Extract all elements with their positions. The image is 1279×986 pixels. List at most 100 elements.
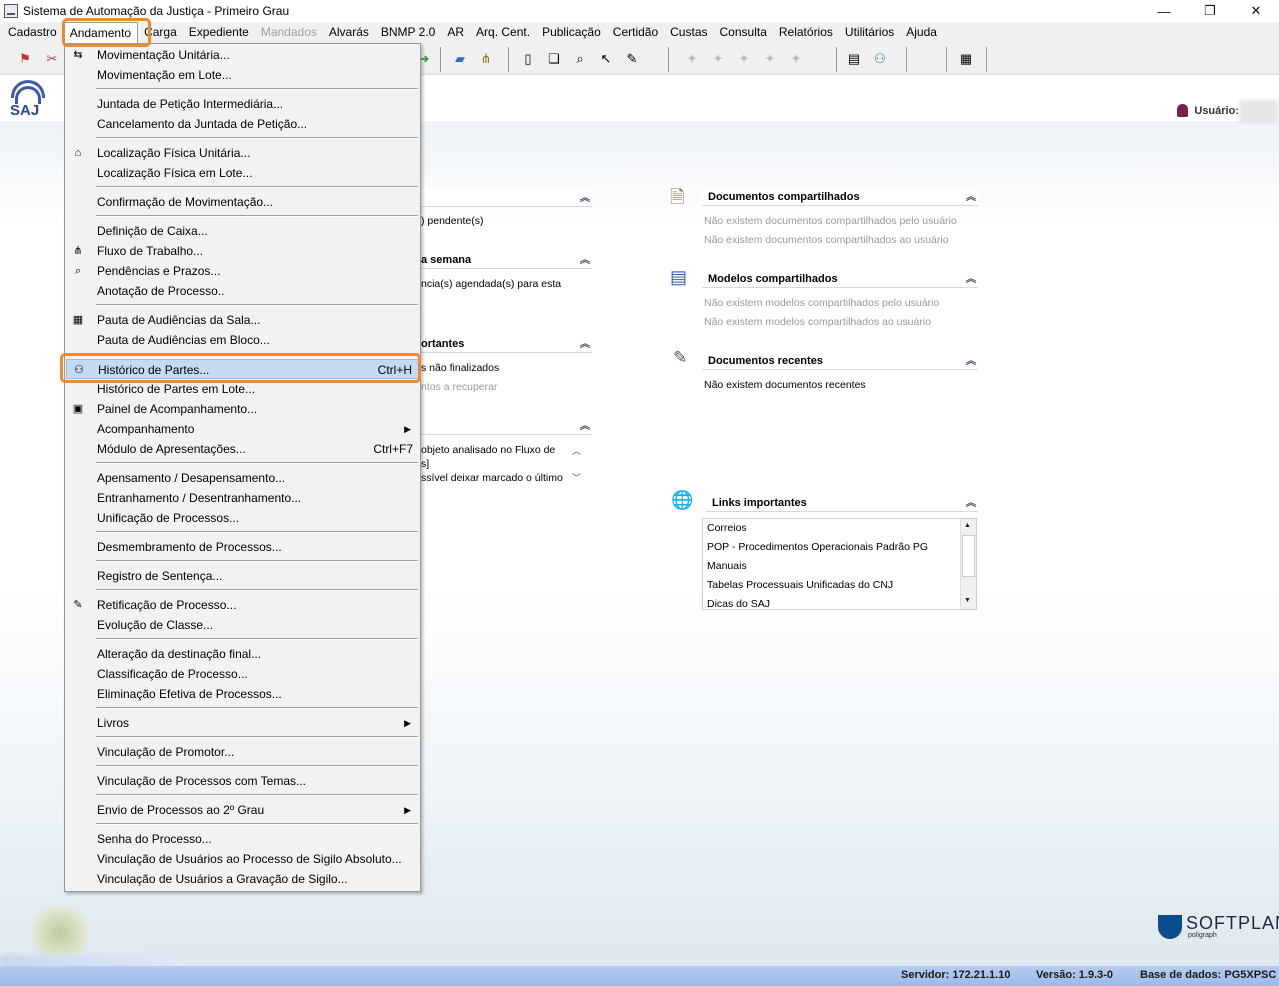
menu-item[interactable]: Senha do Processo... bbox=[66, 829, 419, 849]
tree-icon[interactable]: ⋔ bbox=[476, 49, 496, 69]
menu-item[interactable]: Livros ▶ bbox=[66, 713, 419, 733]
menu-item[interactable]: ✎ Retificação de Processo... bbox=[66, 595, 419, 615]
menu-item[interactable]: Registro de Sentença... bbox=[66, 566, 419, 586]
collapse-icon[interactable]: ︽ bbox=[580, 418, 590, 436]
menu-item[interactable]: Histórico de Partes em Lote... bbox=[66, 379, 419, 399]
report-icon[interactable]: ▤ bbox=[844, 49, 864, 69]
menu-item[interactable]: Cancelamento da Juntada de Petição... bbox=[66, 114, 419, 134]
docs-shared-line2: Não existem documentos compartilhados ao… bbox=[704, 234, 949, 246]
menu-item[interactable]: Definição de Caixa... bbox=[66, 221, 419, 241]
menu-publicacao[interactable]: Publicação bbox=[536, 22, 607, 43]
page-icon[interactable]: ▯ bbox=[518, 49, 538, 69]
menu-item[interactable]: ⋔ Fluxo de Trabalho... bbox=[66, 241, 419, 261]
blurred-username bbox=[1239, 100, 1279, 124]
panel-text-left3a[interactable]: s não finalizados bbox=[421, 362, 499, 374]
panel-text-left3b: ntos a recuperar bbox=[421, 381, 498, 393]
menu-custas[interactable]: Custas bbox=[664, 22, 713, 43]
softplan-logo: SOFTPLAN poligraph bbox=[1158, 913, 1279, 943]
menu-ajuda[interactable]: Ajuda bbox=[900, 22, 943, 43]
menu-item[interactable]: Vinculação de Processos com Temas... bbox=[66, 771, 419, 791]
menu-carga[interactable]: Carga bbox=[138, 22, 183, 43]
minimize-button[interactable]: — bbox=[1141, 0, 1187, 22]
menu-item[interactable]: ⇆ Movimentação Unitária... bbox=[66, 45, 419, 65]
menu-item[interactable]: Vinculação de Promotor... bbox=[66, 742, 419, 762]
menu-item-label: Histórico de Partes em Lote... bbox=[97, 382, 256, 396]
menu-item[interactable]: Evolução de Classe... bbox=[66, 615, 419, 635]
panel-header-left3: ortantes ︽ bbox=[415, 335, 592, 353]
menu-ar[interactable]: AR bbox=[441, 22, 470, 43]
links-scrollbar[interactable]: ▲ ▼ bbox=[960, 519, 976, 609]
calendar-icon: ▦ bbox=[72, 314, 84, 326]
menu-separator bbox=[96, 304, 418, 306]
collapse-icon[interactable]: ︽ bbox=[966, 495, 976, 513]
collapse-icon[interactable]: ︽ bbox=[966, 189, 976, 207]
menu-item[interactable]: Eliminação Efetiva de Processos... bbox=[66, 684, 419, 704]
menu-item[interactable]: ▣ Painel de Acompanhamento... bbox=[66, 399, 419, 419]
panel-icon: ▣ bbox=[72, 403, 84, 415]
restore-button[interactable]: ❐ bbox=[1187, 0, 1233, 22]
panel-text-left4b: s] bbox=[421, 458, 430, 470]
menu-item-label: Movimentação em Lote... bbox=[97, 68, 232, 82]
menu-item[interactable]: Apensamento / Desapensamento... bbox=[66, 468, 419, 488]
menu-item[interactable]: Movimentação em Lote... bbox=[66, 65, 419, 85]
collapse-icon[interactable]: ︽ bbox=[966, 271, 976, 289]
link-pop[interactable]: POP - Procedimentos Operacionais Padrão … bbox=[707, 541, 928, 553]
menu-item[interactable]: Entranhamento / Desentranhamento... bbox=[66, 488, 419, 508]
menu-bnmp[interactable]: BNMP 2.0 bbox=[375, 22, 441, 43]
link-correios[interactable]: Correios bbox=[707, 522, 747, 534]
menu-item[interactable]: Confirmação de Movimentação... bbox=[66, 192, 419, 212]
menu-certidao[interactable]: Certidão bbox=[607, 22, 664, 43]
menu-andamento[interactable]: Andamento bbox=[62, 22, 139, 44]
flag-icon[interactable]: ⚑ bbox=[15, 49, 35, 69]
calculator-icon[interactable]: ▦ bbox=[956, 49, 976, 69]
collapse-icon[interactable]: ︽ bbox=[580, 252, 590, 270]
menu-item[interactable]: Vinculação de Usuários a Gravação de Sig… bbox=[66, 869, 419, 889]
collapse-icon[interactable]: ︽ bbox=[966, 353, 976, 371]
clip-icon[interactable]: ✂ bbox=[42, 49, 62, 69]
menu-alvaras[interactable]: Alvarás bbox=[323, 22, 375, 43]
menu-bar: Cadastro Andamento Carga Expediente Mand… bbox=[0, 22, 1279, 44]
menu-item[interactable]: Acompanhamento ▶ bbox=[66, 419, 419, 439]
menu-item[interactable]: Módulo de Apresentações... Ctrl+F7 bbox=[66, 439, 419, 459]
panel-scrollbar[interactable]: ︿ ﹀ bbox=[572, 444, 586, 490]
menu-item[interactable]: Localização Física em Lote... bbox=[66, 163, 419, 183]
page-edit-icon[interactable]: ✎ bbox=[622, 49, 642, 69]
link-manuais[interactable]: Manuais bbox=[707, 560, 747, 572]
menu-utilitarios[interactable]: Utilitários bbox=[839, 22, 900, 43]
pages-icon[interactable]: ❏ bbox=[544, 49, 564, 69]
menu-consulta[interactable]: Consulta bbox=[714, 22, 773, 43]
user-info: Usuário: bbox=[1177, 104, 1239, 117]
menu-item[interactable]: Unificação de Processos... bbox=[66, 508, 419, 528]
menu-item[interactable]: Classificação de Processo... bbox=[66, 664, 419, 684]
collapse-icon[interactable]: ︽ bbox=[580, 336, 590, 354]
menu-item[interactable]: ⌕ Pendências e Prazos... bbox=[66, 261, 419, 281]
link-tabelas[interactable]: Tabelas Processuais Unificadas do CNJ bbox=[707, 579, 893, 591]
menu-item-label: Painel de Acompanhamento... bbox=[97, 402, 258, 416]
menu-cadastro[interactable]: Cadastro bbox=[0, 22, 63, 43]
menu-item[interactable]: Vinculação de Usuários ao Processo de Si… bbox=[66, 849, 419, 869]
menu-item[interactable]: Alteração da destinação final... bbox=[66, 644, 419, 664]
menu-item[interactable]: ▦ Pauta de Audiências da Sala... bbox=[66, 310, 419, 330]
menu-relatorios[interactable]: Relatórios bbox=[773, 22, 839, 43]
menu-item[interactable]: Juntada de Petição Intermediária... bbox=[66, 94, 419, 114]
menu-item[interactable]: Anotação de Processo.. bbox=[66, 281, 419, 301]
users-icon[interactable]: ⚇ bbox=[870, 49, 890, 69]
menu-item[interactable]: ⌂ Localização Física Unitária... bbox=[66, 143, 419, 163]
page-search-icon[interactable]: ⌕ bbox=[570, 49, 590, 69]
panel-header-left2: a semana ︽ bbox=[415, 251, 592, 269]
folder-icon[interactable]: ▰ bbox=[450, 49, 470, 69]
scroll-thumb[interactable] bbox=[962, 535, 975, 577]
collapse-icon[interactable]: ︽ bbox=[580, 190, 590, 208]
menu-item[interactable]: Pauta de Audiências em Bloco... bbox=[66, 330, 419, 350]
close-button[interactable]: ✕ bbox=[1233, 0, 1279, 22]
link-dicas[interactable]: Dicas do SAJ bbox=[707, 598, 770, 610]
cursor-page-icon[interactable]: ↖ bbox=[596, 49, 616, 69]
models-shared-line1: Não existem modelos compartilhados pelo … bbox=[704, 297, 940, 309]
menu-arq-cent[interactable]: Arq. Cent. bbox=[470, 22, 536, 43]
menu-item[interactable]: Desmembramento de Processos... bbox=[66, 537, 419, 557]
menu-expediente[interactable]: Expediente bbox=[183, 22, 255, 43]
docs-shared-line1: Não existem documentos compartilhados pe… bbox=[704, 215, 957, 227]
menu-item-label: Registro de Sentença... bbox=[97, 569, 223, 583]
menu-item[interactable]: Envio de Processos ao 2º Grau ▶ bbox=[66, 800, 419, 820]
menu-item[interactable]: ⚇ Histórico de Partes... Ctrl+H bbox=[66, 359, 419, 379]
